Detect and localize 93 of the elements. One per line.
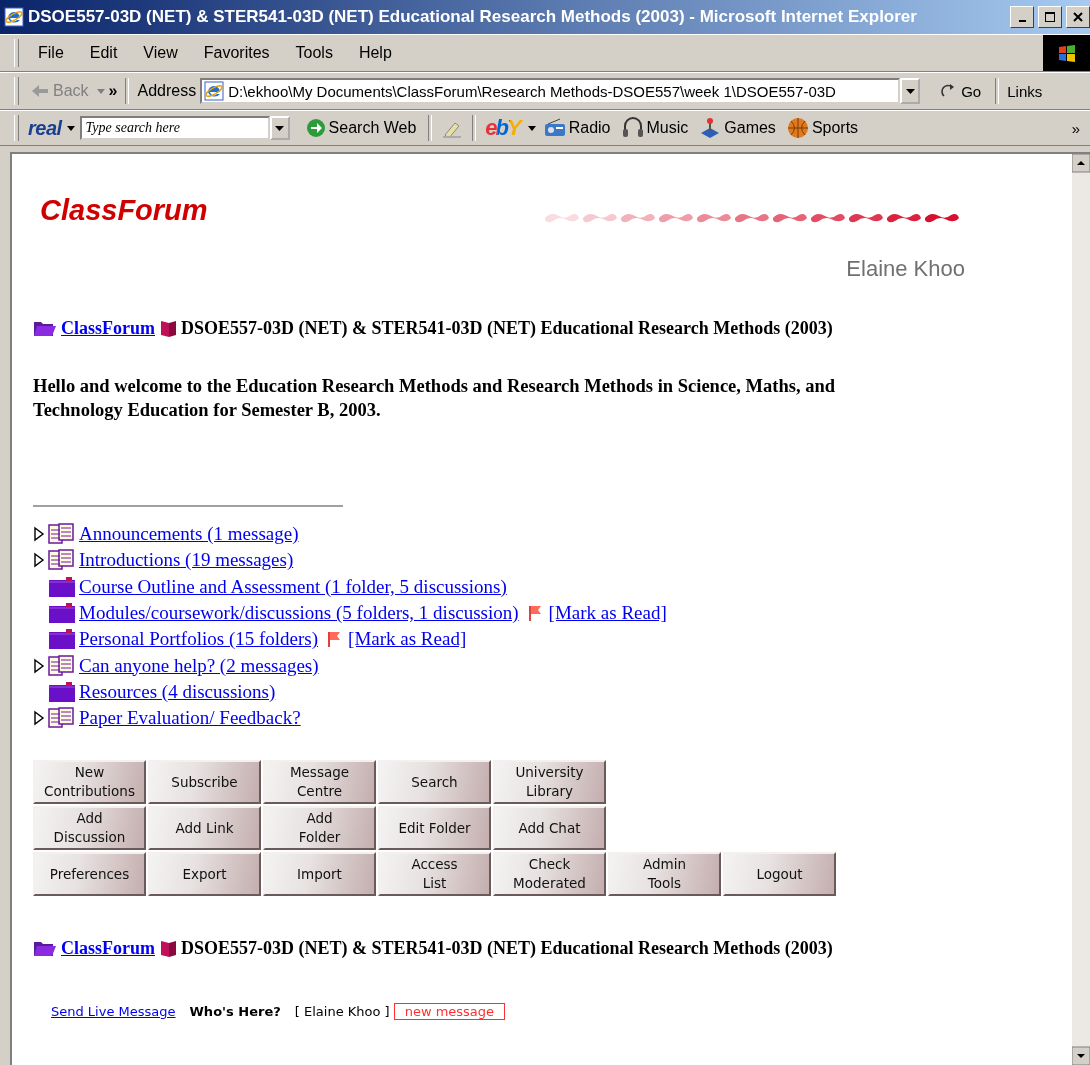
expand-arrow-icon[interactable]	[33, 552, 45, 569]
close-button[interactable]	[1066, 6, 1090, 28]
search-field[interactable]: Type search here	[79, 116, 270, 140]
menu-item[interactable]: Tools	[282, 41, 346, 65]
page-icon	[204, 81, 225, 101]
ball-icon	[786, 117, 809, 139]
forum-link[interactable]: Modules/coursework/discussions (5 folders, 1 discussion)	[79, 602, 519, 625]
document-icon	[48, 523, 76, 546]
maximize-icon	[1045, 12, 1055, 22]
forum-button[interactable]: Edit Folder	[378, 806, 491, 851]
arrow-circle-icon	[305, 118, 326, 138]
radio-icon	[543, 117, 566, 139]
headphones-icon	[621, 117, 644, 139]
forum-button[interactable]: Message Centre	[263, 760, 376, 805]
forum-button[interactable]: Logout	[723, 852, 836, 897]
book-icon	[159, 318, 177, 338]
browser-icon[interactable]	[4, 7, 24, 27]
address-field[interactable]: D:\ekhoo\My Documents\ClassForum\Research Methods-DSOE557\week 1\DSOE557-03D	[200, 78, 901, 104]
forum-button[interactable]: Export	[148, 852, 261, 897]
forum-link[interactable]: Resources (4 discussions)	[79, 680, 276, 703]
toolbar-button[interactable]: Music	[618, 115, 692, 141]
menu-item[interactable]: Edit	[76, 41, 131, 65]
menu-item[interactable]: Favorites	[190, 41, 283, 65]
forum-link[interactable]: Announcements (1 message)	[79, 523, 299, 546]
site-logo: ClassForum	[40, 193, 208, 227]
mark-as-read-link[interactable]: [Mark as Read]	[548, 602, 667, 625]
book-icon	[159, 938, 177, 959]
document-icon	[48, 654, 76, 677]
expand-arrow-icon[interactable]	[33, 526, 45, 543]
forum-title: DSOE557-03D (NET) & STER541-03D (NET) Educational Research Methods (2003)	[181, 317, 833, 340]
forum-button[interactable]: Add Chat	[493, 806, 606, 851]
back-arrow-icon	[31, 84, 49, 98]
expand-arrow-icon[interactable]	[33, 657, 45, 674]
scrollbar[interactable]	[1072, 154, 1090, 1065]
more-button[interactable]: »	[108, 82, 118, 100]
expand-arrow-icon[interactable]	[33, 710, 45, 727]
search-web-button[interactable]: Search Web	[302, 116, 420, 140]
breadcrumb-link[interactable]: ClassForum	[61, 316, 155, 340]
minimize-button[interactable]	[1010, 6, 1034, 28]
folder-icon	[48, 575, 76, 598]
document-icon	[48, 707, 76, 730]
forum-title: DSOE557-03D (NET) & STER541-03D (NET) Educational Research Methods (2003)	[181, 937, 833, 961]
menu-item[interactable]: View	[130, 41, 191, 65]
send-live-message-link[interactable]: Send Live Message	[51, 1003, 176, 1019]
breadcrumb-link[interactable]: ClassForum	[61, 936, 155, 961]
toolbar-logo: real	[28, 116, 62, 140]
forum-button[interactable]: Add Link	[148, 806, 261, 851]
dropdown-button[interactable]	[269, 116, 290, 140]
toolbar-button[interactable]: Radio	[540, 115, 614, 141]
forum-button[interactable]: Access List	[378, 852, 491, 897]
online-user: [ Elaine Khoo ]	[294, 1003, 390, 1019]
toolbar-button[interactable]: Games	[696, 115, 779, 141]
menu-item[interactable]: File	[25, 41, 77, 65]
forum-button[interactable]: Subscribe	[148, 760, 261, 805]
forum-button[interactable]: Add Folder	[263, 806, 376, 851]
forum-button[interactable]: Add Discussion	[33, 806, 146, 851]
forum-button[interactable]: Search	[378, 760, 491, 805]
forum-link[interactable]: Can anyone help? (2 messages)	[79, 654, 319, 677]
forum-link[interactable]: Paper Evaluation/ Feedback?	[79, 707, 301, 730]
menu-item[interactable]: Help	[345, 41, 405, 65]
address-label: Address	[137, 82, 197, 100]
forum-button[interactable]: Preferences	[33, 852, 146, 897]
caret-icon	[275, 125, 285, 131]
minimize-icon	[1018, 20, 1026, 22]
forum-button[interactable]: New Contributions	[33, 760, 146, 805]
dropdown-arrow-icon[interactable]	[527, 125, 536, 131]
document-icon	[48, 549, 76, 572]
welcome-text: Hello and welcome to the Education Research Methods and Research Methods in Science, Maths, and Technology Education for Semester B, 2003.	[33, 375, 836, 422]
window-title: DSOE557-03D (NET) & STER541-03D (NET) Educational Research Methods (2003) - Microsoft Internet Explorer	[28, 7, 918, 27]
forum-button[interactable]: Check Moderated	[493, 852, 606, 897]
forum-button[interactable]: Admin Tools	[608, 852, 721, 897]
dropdown-arrow-icon[interactable]	[66, 125, 75, 131]
dropdown-button[interactable]	[900, 78, 921, 104]
links-label[interactable]: Links	[1007, 82, 1043, 100]
mark-as-read-link[interactable]: [Mark as Read]	[348, 628, 467, 651]
maximize-button[interactable]	[1038, 6, 1062, 28]
folder-icon	[48, 680, 76, 703]
whos-here-label: Who's Here?	[189, 1003, 281, 1019]
forum-link[interactable]: Personal Portfolios (15 folders)	[79, 628, 319, 651]
windows-logo-icon	[1056, 43, 1077, 63]
forum-button[interactable]: University Library	[493, 760, 606, 805]
user-name: Elaine Khoo	[845, 255, 965, 283]
forum-link[interactable]: Introductions (19 messages)	[79, 549, 294, 572]
go-button[interactable]: Go	[934, 80, 988, 102]
folder-icon	[48, 602, 76, 625]
folder-icon	[48, 628, 76, 651]
close-icon	[1073, 12, 1083, 22]
new-message-badge[interactable]: new message	[393, 1002, 506, 1020]
caret-icon	[905, 88, 915, 94]
forum-button[interactable]: Import	[263, 852, 376, 897]
more-button[interactable]: »	[1071, 119, 1080, 137]
forum-link[interactable]: Course Outline and Assessment (1 folder, 5 discussions)	[79, 575, 507, 598]
toolbar-button[interactable]: Sports	[783, 115, 862, 141]
